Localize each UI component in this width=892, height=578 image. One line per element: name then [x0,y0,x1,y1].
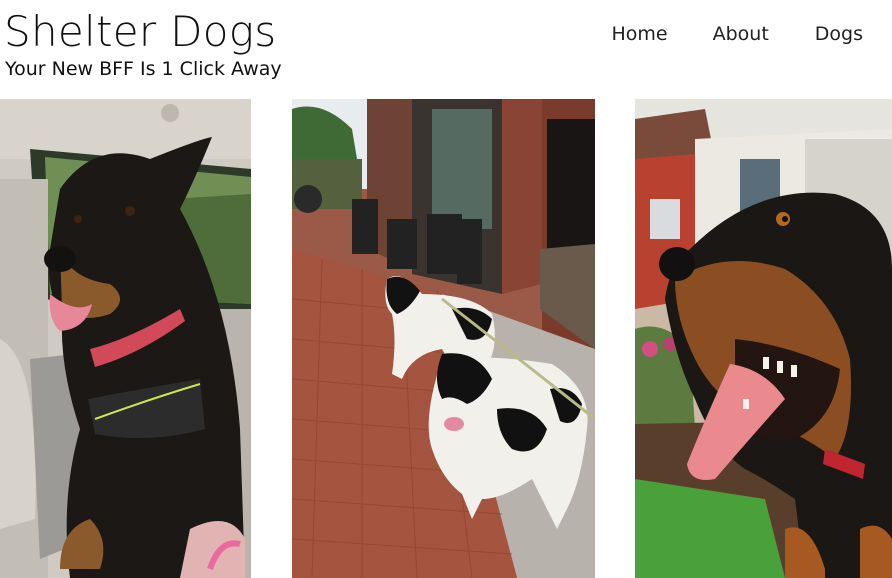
site-header: Shelter Dogs Your New BFF Is 1 Click Awa… [0,0,892,98]
dog-photo-sidewalk[interactable] [292,99,595,578]
nav-home-link[interactable]: Home [611,22,667,46]
dog-photo-car[interactable] [0,99,251,578]
main-nav: Home About Dogs [611,22,863,46]
dog-photo-rottweiler-image [635,99,892,578]
site-tagline: Your New BFF Is 1 Click Away [5,58,282,80]
site-title: Shelter Dogs [4,7,277,56]
dog-photo-sidewalk-image [292,99,595,578]
dog-gallery [0,99,892,578]
nav-about-link[interactable]: About [713,22,769,46]
dog-photo-car-image [0,99,251,578]
nav-dogs-link[interactable]: Dogs [815,22,863,46]
dog-photo-rottweiler[interactable] [635,99,892,578]
